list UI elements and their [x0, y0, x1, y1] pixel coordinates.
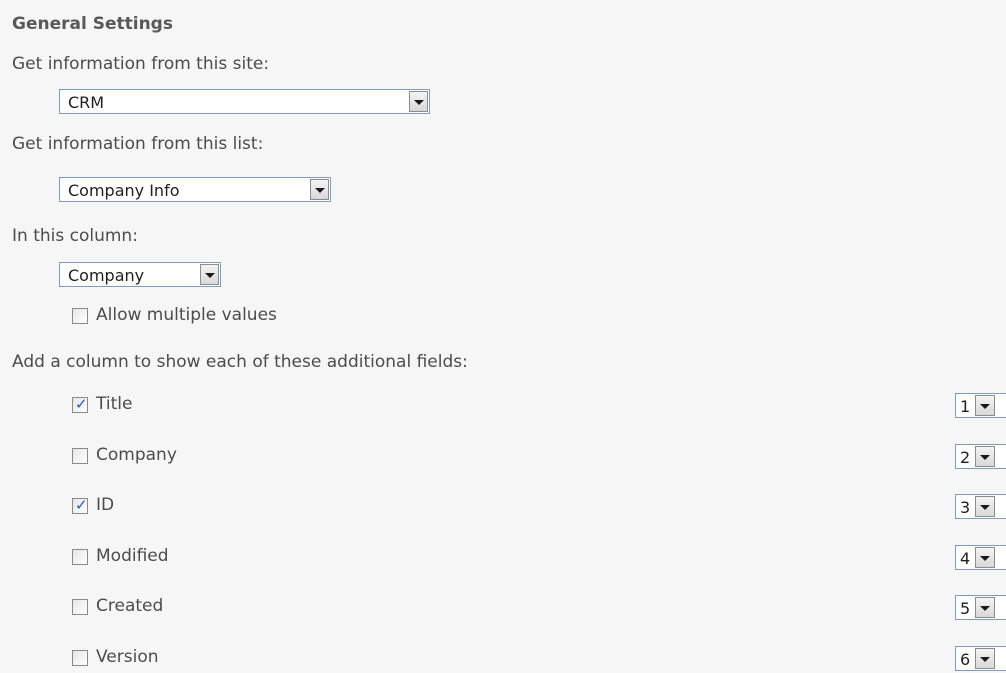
field-order-select[interactable]: 5	[955, 595, 1006, 620]
field-order-select[interactable]: 2	[955, 444, 1006, 469]
field-order-dropdown-button[interactable]	[975, 648, 995, 669]
chevron-down-icon	[205, 273, 215, 278]
field-order-select[interactable]: 3	[955, 494, 1006, 519]
column-label: In this column:	[12, 226, 138, 246]
field-order-dropdown-button[interactable]	[975, 547, 995, 568]
field-order-dropdown-button[interactable]	[975, 446, 995, 467]
field-order-dropdown-button[interactable]	[975, 597, 995, 618]
field-order-select[interactable]: 4	[955, 545, 1006, 570]
chevron-down-icon	[980, 404, 990, 409]
check-icon: ✓	[75, 496, 88, 514]
field-label: Title	[96, 394, 133, 414]
field-order-value: 6	[960, 650, 971, 669]
column-select-dropdown-button[interactable]	[200, 264, 219, 285]
additional-fields-label: Add a column to show each of these addit…	[12, 352, 468, 372]
allow-multiple-label: Allow multiple values	[96, 305, 277, 325]
chevron-down-icon	[980, 505, 990, 510]
list-label: Get information from this list:	[12, 134, 264, 154]
chevron-down-icon	[980, 556, 990, 561]
list-select-dropdown-button[interactable]	[310, 179, 329, 200]
field-order-value: 5	[960, 599, 971, 618]
field-order-dropdown-button[interactable]	[975, 496, 995, 517]
field-order-value: 2	[960, 448, 971, 467]
column-select-value: Company	[68, 266, 145, 285]
field-order-value: 1	[960, 397, 971, 416]
field-order-select[interactable]: 1	[955, 393, 1006, 418]
site-label: Get information from this site:	[12, 54, 270, 74]
field-label: Company	[96, 445, 177, 465]
field-checkbox-company[interactable]	[72, 448, 88, 464]
field-order-value: 3	[960, 498, 971, 517]
field-order-select[interactable]: 6	[955, 646, 1006, 671]
site-select[interactable]: CRM	[59, 89, 430, 114]
field-label: Version	[96, 647, 159, 667]
field-checkbox-title[interactable]: ✓	[72, 395, 88, 413]
section-title: General Settings	[12, 14, 173, 34]
chevron-down-icon	[980, 606, 990, 611]
field-checkbox-version[interactable]	[72, 650, 88, 666]
field-label: ID	[96, 495, 115, 515]
field-label: Created	[96, 596, 164, 616]
list-select[interactable]: Company Info	[59, 177, 331, 202]
column-select[interactable]: Company	[59, 262, 221, 287]
list-select-value: Company Info	[68, 181, 180, 200]
field-order-dropdown-button[interactable]	[975, 395, 995, 416]
field-checkbox-created[interactable]	[72, 599, 88, 615]
field-checkbox-modified[interactable]	[72, 549, 88, 565]
chevron-down-icon	[980, 657, 990, 662]
field-order-value: 4	[960, 549, 971, 568]
chevron-down-icon	[414, 100, 424, 105]
allow-multiple-checkbox[interactable]	[72, 308, 88, 324]
site-select-value: CRM	[68, 93, 105, 112]
check-icon: ✓	[75, 395, 88, 413]
chevron-down-icon	[315, 188, 325, 193]
chevron-down-icon	[980, 455, 990, 460]
field-checkbox-id[interactable]: ✓	[72, 496, 88, 514]
site-select-dropdown-button[interactable]	[409, 91, 428, 112]
field-label: Modified	[96, 546, 169, 566]
